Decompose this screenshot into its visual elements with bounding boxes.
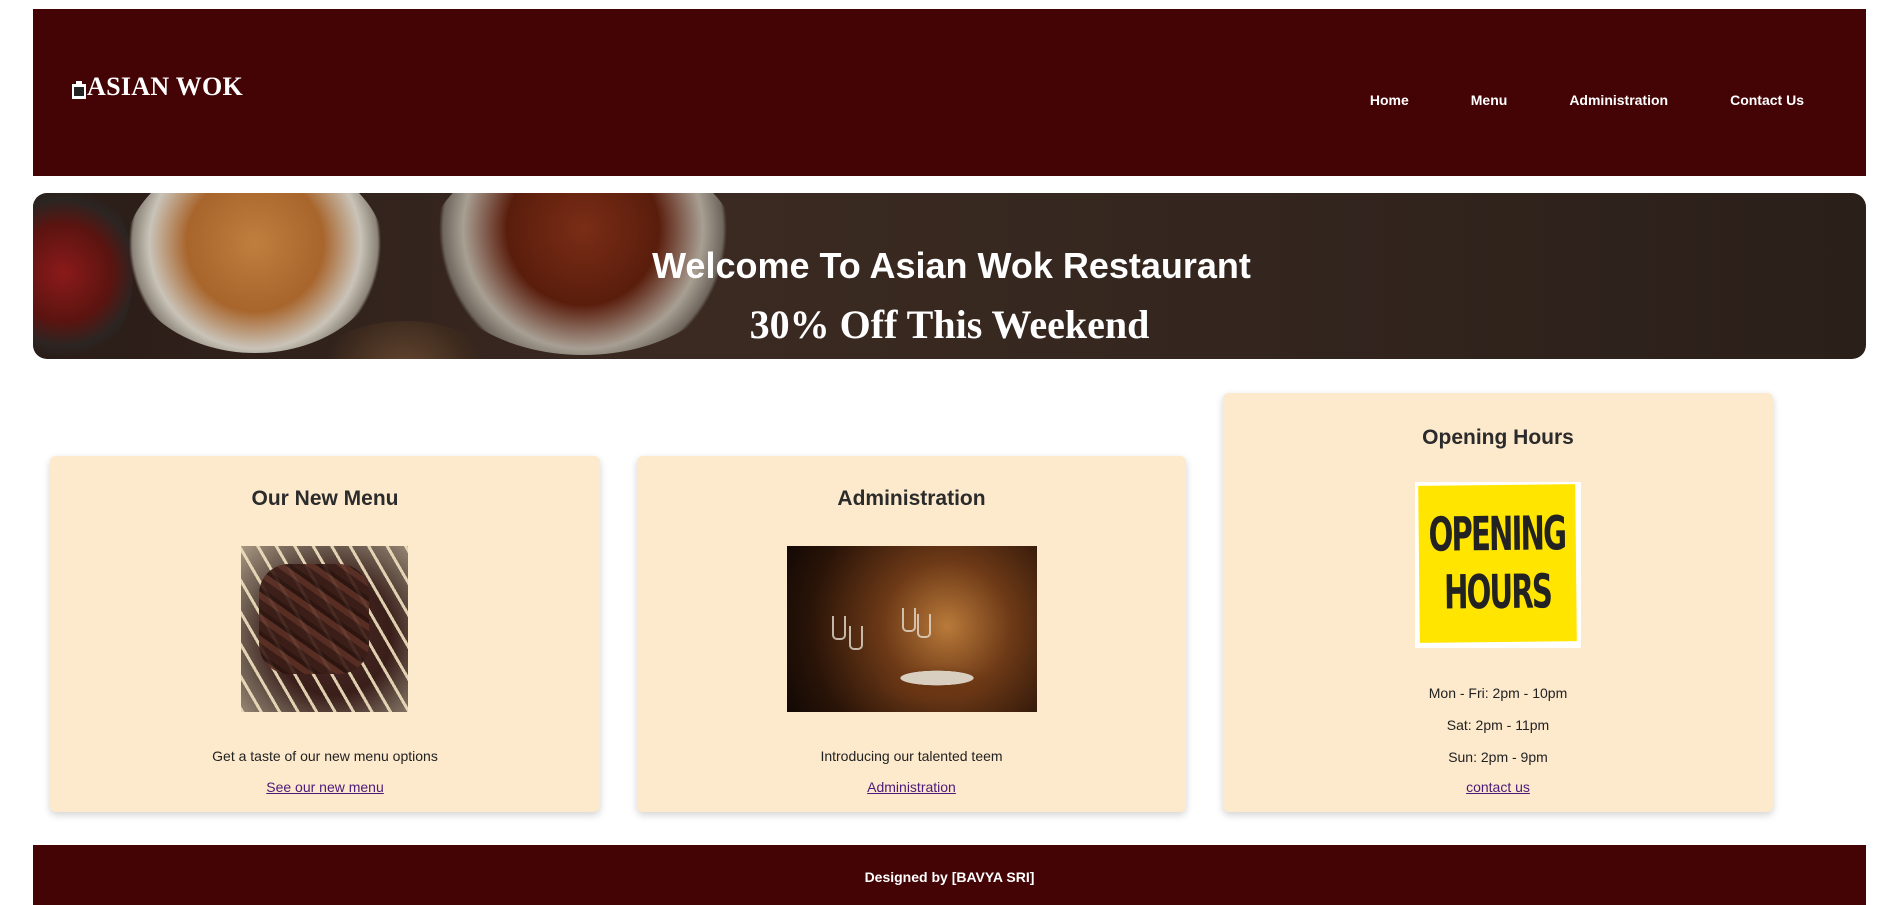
administration-link[interactable]: Administration — [637, 779, 1186, 795]
kebab-image — [241, 546, 408, 712]
site-header: ASIAN WOK Home Menu Administration Conta… — [33, 9, 1866, 176]
menu-card-title: Our New Menu — [251, 487, 399, 510]
dining-room-image — [787, 546, 1037, 712]
restaurant-logo-icon — [72, 81, 86, 99]
opening-hours-title: Opening Hours — [1422, 426, 1574, 449]
main-nav: Home Menu Administration Contact Us — [1308, 92, 1804, 108]
opening-hours-card: Opening Hours OPENING HOURS Mon - Fri: 2… — [1223, 393, 1773, 812]
nav-contact-link[interactable]: Contact Us — [1730, 92, 1804, 108]
hours-sunday: Sun: 2pm - 9pm — [1448, 749, 1548, 765]
hero-title: Welcome To Asian Wok Restaurant — [652, 245, 1251, 286]
footer-credit: Designed by [BAVYA SRI] — [864, 869, 1035, 885]
logo-text: ASIAN WOK — [87, 72, 244, 101]
administration-card-title: Administration — [837, 487, 986, 510]
nav-home-link[interactable]: Home — [1370, 92, 1409, 108]
hours-weekday: Mon - Fri: 2pm - 10pm — [1428, 685, 1568, 701]
hours-saturday: Sat: 2pm - 11pm — [1446, 717, 1550, 733]
sign-line-2: HOURS — [1444, 563, 1552, 621]
sign-line-1: OPENING — [1428, 505, 1566, 563]
site-logo[interactable]: ASIAN WOK — [71, 72, 243, 102]
menu-card: Our New Menu Get a taste of our new menu… — [50, 456, 600, 812]
hero-banner: Welcome To Asian Wok Restaurant 30% Off … — [33, 193, 1866, 359]
nav-administration-link[interactable]: Administration — [1569, 92, 1668, 108]
nav-menu-link[interactable]: Menu — [1471, 92, 1508, 108]
site-footer: Designed by [BAVYA SRI] — [33, 845, 1866, 905]
see-menu-link[interactable]: See our new menu — [50, 779, 600, 795]
opening-hours-sign-image: OPENING HOURS — [1415, 482, 1581, 648]
hero-subtitle: 30% Off This Weekend — [749, 302, 1150, 347]
administration-card-description: Introducing our talented teem — [820, 748, 1003, 764]
contact-us-link[interactable]: contact us — [1223, 779, 1773, 795]
menu-card-description: Get a taste of our new menu options — [212, 748, 438, 764]
administration-card: Administration Introducing our talented … — [637, 456, 1186, 812]
